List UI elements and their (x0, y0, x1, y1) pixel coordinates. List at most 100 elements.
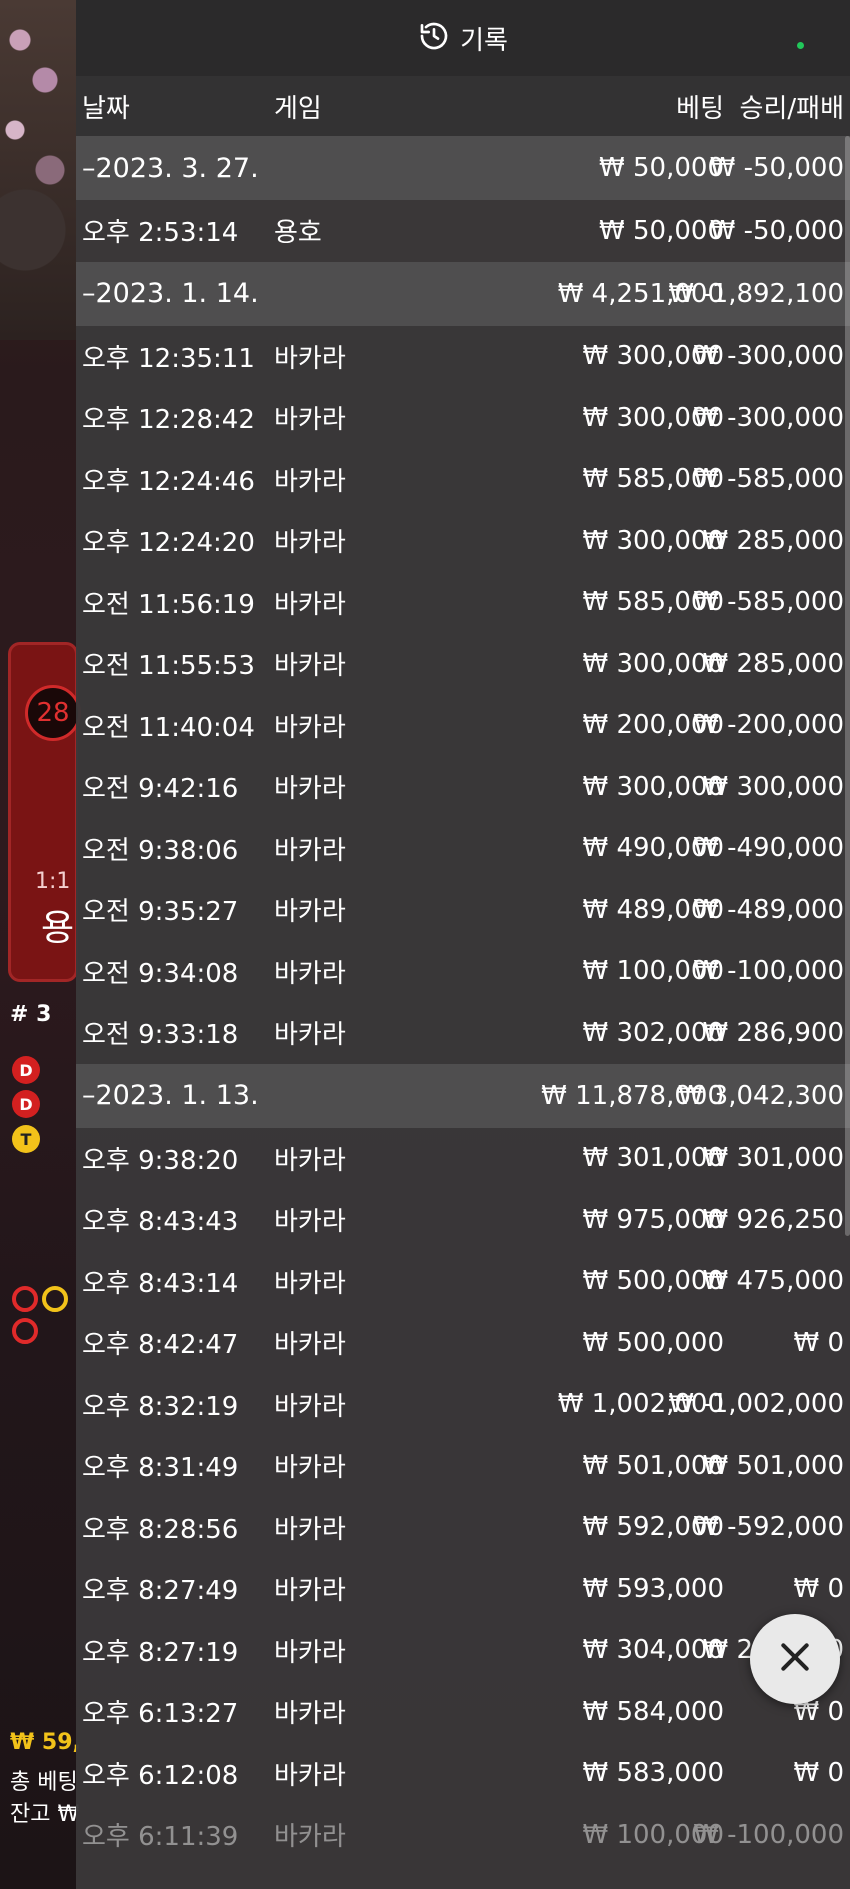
row-game: 바카라 (274, 774, 346, 805)
history-row[interactable]: 오후 12:24:46 바카라 ₩ 585,000 ₩ -585,000 (76, 449, 850, 511)
row-time: 오전 11:55:53 (82, 651, 255, 682)
row-time: 오후 2:53:14 (82, 218, 239, 249)
row-time: 오전 11:56:19 (82, 589, 255, 620)
row-time: 오후 12:24:20 (82, 528, 255, 559)
row-time: 오후 9:38:20 (82, 1145, 239, 1176)
date-group-row[interactable]: –2023. 1. 14. ₩ 4,251,000 ₩ -1,892,100 (76, 261, 850, 326)
road-chip-dragon: D (12, 1056, 40, 1084)
column-header: 날짜 게임 베팅 승리/패배 (76, 76, 850, 136)
row-result: ₩ -585,000 (693, 464, 844, 495)
row-time: 오후 6:11:39 (82, 1822, 239, 1853)
card-count-badge: 28 (25, 685, 81, 741)
row-result: ₩ -100,000 (693, 956, 844, 987)
history-row[interactable]: 오후 2:53:14 용호 ₩ 50,000 ₩ -50,000 (76, 200, 850, 262)
row-time: 오후 8:28:56 (82, 1514, 239, 1545)
column-result: 승리/패배 (739, 93, 844, 124)
row-result: ₩ -489,000 (693, 894, 844, 925)
history-row[interactable]: 오전 11:55:53 바카라 ₩ 300,000 ₩ 285,000 (76, 633, 850, 695)
history-title: 기록 (460, 25, 508, 56)
row-game: 바카라 (274, 1514, 346, 1545)
history-row[interactable]: 오후 12:24:20 바카라 ₩ 300,000 ₩ 285,000 (76, 510, 850, 572)
row-game: 바카라 (274, 1330, 346, 1361)
row-game: 바카라 (274, 1145, 346, 1176)
history-row[interactable]: 오전 11:56:19 바카라 ₩ 585,000 ₩ -585,000 (76, 572, 850, 634)
connection-status-dot (797, 42, 804, 49)
row-game: 바카라 (274, 1637, 346, 1668)
road-chip-tie: T (12, 1125, 40, 1153)
group-result-total: ₩ -1,892,100 (668, 278, 844, 309)
history-row[interactable]: 오후 8:27:19바카라₩ 304,000₩ 288,800 (76, 1620, 850, 1682)
scrollbar[interactable] (845, 136, 850, 1236)
history-panel: 기록 날짜 게임 베팅 승리/패배 –2023. 3. 27. ₩ 50,000 ₩… (76, 0, 850, 1889)
history-row[interactable]: 오전 9:38:06 바카라 ₩ 490,000 ₩ -490,000 (76, 818, 850, 880)
history-row[interactable]: 오후 12:35:11 바카라 ₩ 300,000 ₩ -300,000 (76, 326, 850, 388)
history-row[interactable]: 오후 8:28:56 바카라 ₩ 592,000 ₩ -592,000 (76, 1497, 850, 1559)
row-result: ₩ -100,000 (693, 1819, 844, 1850)
row-result: ₩ -1,002,000 (668, 1389, 844, 1420)
row-game: 바카라 (274, 343, 346, 374)
date-group-row[interactable]: –2023. 3. 27. ₩ 50,000 ₩ -50,000 (76, 136, 850, 200)
bead-ring (12, 1286, 38, 1312)
row-time: 오전 9:35:27 (82, 897, 239, 928)
group-date: –2023. 1. 14. (82, 278, 259, 309)
row-time: 오후 8:31:49 (82, 1453, 239, 1484)
history-row[interactable]: 오후 8:43:43 바카라 ₩ 975,000 ₩ 926,250 (76, 1189, 850, 1251)
row-result: ₩ -490,000 (693, 833, 844, 864)
history-row[interactable]: 오후 6:12:08 바카라 ₩ 583,000 ₩ 0 (76, 1743, 850, 1805)
row-result: ₩ -50,000 (709, 215, 844, 246)
column-date: 날짜 (82, 93, 130, 124)
close-button[interactable] (750, 1614, 840, 1704)
history-row[interactable]: 오후 8:27:49 바카라 ₩ 593,000 ₩ 0 (76, 1558, 850, 1620)
history-row[interactable]: 오전 9:42:16 바카라 ₩ 300,000 ₩ 300,000 (76, 756, 850, 818)
group-date: –2023. 1. 13. (82, 1080, 259, 1111)
balance-label: 잔고 ₩ (10, 1802, 80, 1827)
row-time: 오전 9:42:16 (82, 774, 239, 805)
history-row[interactable]: 오후 6:11:39 바카라 ₩ 100,000 ₩ -100,000 (76, 1804, 850, 1866)
row-result: ₩ 0 (793, 1327, 844, 1358)
history-icon (418, 20, 450, 56)
row-result: ₩ -200,000 (693, 710, 844, 741)
row-result: ₩ 926,250 (702, 1204, 845, 1235)
row-time: 오전 9:38:06 (82, 835, 239, 866)
row-game: 바카라 (274, 651, 346, 682)
history-row[interactable]: 오전 11:40:04 바카라 ₩ 200,000 ₩ -200,000 (76, 695, 850, 757)
group-result-total: ₩ -50,000 (709, 153, 844, 183)
history-row[interactable]: 오전 9:35:27 바카라 ₩ 489,000 ₩ -489,000 (76, 879, 850, 941)
row-result: ₩ 501,000 (702, 1450, 845, 1481)
row-time: 오후 12:24:46 (82, 466, 255, 497)
dragon-bet-card[interactable]: 28 1:1 용 (8, 642, 81, 982)
group-date: –2023. 3. 27. (82, 152, 259, 184)
card-odds: 1:1 (35, 869, 71, 894)
row-bet: ₩ 583,000 (582, 1758, 725, 1789)
history-row[interactable]: 오후 12:28:42 바카라 ₩ 300,000 ₩ -300,000 (76, 387, 850, 449)
history-row[interactable]: 오후 8:32:19 바카라 ₩ 1,002,000 ₩ -1,002,000 (76, 1374, 850, 1436)
group-bet-total: ₩ 50,000 (599, 153, 724, 183)
history-list[interactable]: –2023. 3. 27. ₩ 50,000 ₩ -50,000 오후 2:53:14… (76, 136, 850, 1866)
row-bet: ₩ 584,000 (582, 1696, 725, 1727)
date-group-row[interactable]: –2023. 1. 13. ₩ 11,878,000 ₩ 3,042,300 (76, 1063, 850, 1128)
history-row[interactable]: 오전 9:34:08 바카라 ₩ 100,000 ₩ -100,000 (76, 941, 850, 1003)
row-game: 바카라 (274, 1020, 346, 1051)
row-result: ₩ -585,000 (693, 587, 844, 618)
history-row[interactable]: 오후 9:38:20 바카라 ₩ 301,000 ₩ 301,000 (76, 1128, 850, 1190)
row-result: ₩ 475,000 (702, 1266, 845, 1297)
row-game: 바카라 (274, 897, 346, 928)
total-bet-label: 총 베팅 (10, 1770, 78, 1795)
history-row[interactable]: 오후 8:42:47 바카라 ₩ 500,000 ₩ 0 (76, 1312, 850, 1374)
column-game: 게임 (274, 93, 322, 124)
card-label: 용 (41, 908, 75, 949)
row-time: 오후 8:27:19 (82, 1637, 239, 1668)
row-result: ₩ -300,000 (693, 341, 844, 372)
history-row[interactable]: 오후 6:13:27 바카라 ₩ 584,000 ₩ 0 (76, 1681, 850, 1743)
history-header: 기록 (76, 0, 850, 76)
row-result: ₩ 301,000 (702, 1143, 845, 1174)
history-row[interactable]: 오후 8:43:14 바카라 ₩ 500,000 ₩ 475,000 (76, 1251, 850, 1313)
row-game: 바카라 (274, 1207, 346, 1238)
row-time: 오후 8:43:43 (82, 1207, 239, 1238)
history-row[interactable]: 오후 8:31:49 바카라 ₩ 501,000 ₩ 501,000 (76, 1435, 850, 1497)
round-number: # 3 (10, 1002, 52, 1027)
row-time: 오후 12:28:42 (82, 405, 255, 436)
history-row[interactable]: 오전 9:33:18 바카라 ₩ 302,000 ₩ 286,900 (76, 1002, 850, 1064)
row-time: 오전 11:40:04 (82, 712, 255, 743)
row-time: 오후 8:42:47 (82, 1330, 239, 1361)
